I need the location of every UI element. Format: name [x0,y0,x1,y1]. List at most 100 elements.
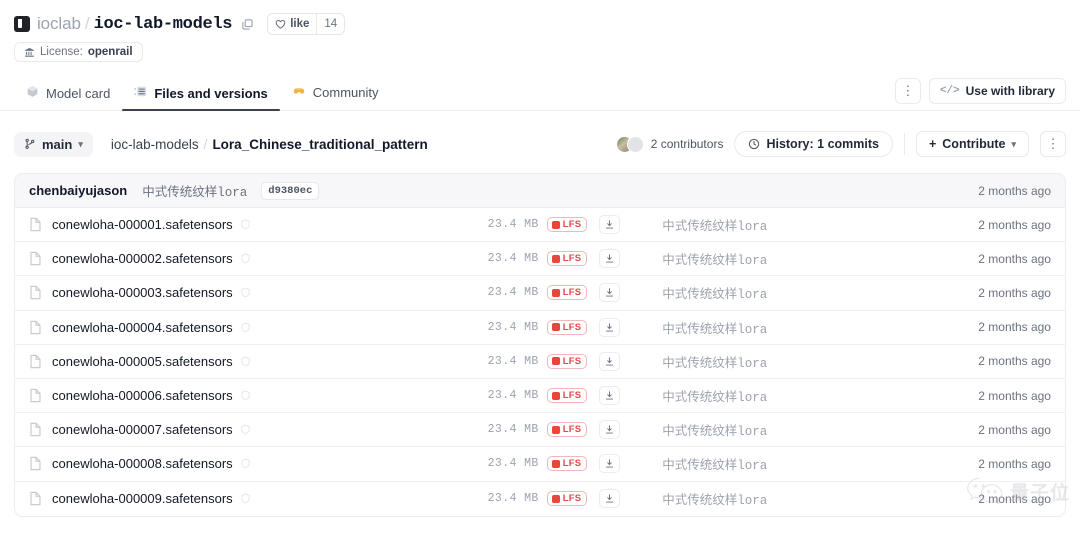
safetensors-shield-icon [240,424,251,435]
table-row[interactable]: conewloha-000001.safetensors 23.4 MB LFS 中式… [15,208,1065,243]
safetensors-shield-icon [240,219,251,230]
file-name[interactable]: conewloha-000006.safetensors [52,388,233,403]
file-size: 23.4 MB [487,457,539,471]
file-name[interactable]: conewloha-000008.safetensors [52,456,233,471]
file-commit-message[interactable]: 中式传统纹样lora [662,420,872,439]
contribute-label: Contribute [942,137,1006,151]
download-button[interactable] [599,489,621,509]
license-badge[interactable]: License: openrail [14,42,143,62]
tab-model-card[interactable]: Model card [14,85,122,110]
table-row[interactable]: conewloha-000004.safetensors 23.4 MB LFS 中式… [15,310,1065,345]
file-icon [29,320,42,335]
contributors-label: 2 contributors [650,137,724,151]
branch-selector[interactable]: main ▾ [14,131,93,157]
repo-header: ioclab / ioc-lab-models like 14 [0,0,1080,38]
history-button[interactable]: History: 1 commits [734,131,893,157]
table-row[interactable]: conewloha-000002.safetensors 23.4 MB LFS 中式… [15,242,1065,277]
tab-community-label: Community [312,85,379,100]
download-button[interactable] [599,215,621,235]
tab-files-and-versions[interactable]: Files and versions [122,85,281,111]
table-row[interactable]: conewloha-000003.safetensors 23.4 MB LFS 中式… [15,276,1065,311]
download-button[interactable] [599,351,621,371]
breadcrumb-root[interactable]: ioc-lab-models [111,137,199,152]
download-button[interactable] [599,317,621,337]
tab-model-card-label: Model card [46,85,111,101]
file-commit-message[interactable]: 中式传统纹样lora [662,386,872,405]
file-size: 23.4 MB [487,354,539,368]
download-button[interactable] [599,454,621,474]
like-label: like [290,18,310,30]
lfs-badge: LFS [546,456,588,472]
file-commit-message[interactable]: 中式传统纹样lora [662,249,872,268]
file-name[interactable]: conewloha-000007.safetensors [52,422,233,437]
tab-bar-actions: ⋮ </> Use with library [894,78,1066,110]
file-icon [29,491,42,506]
lfs-label: LFS [562,253,582,265]
file-commit-message[interactable]: 中式传统纹样lora [662,489,872,508]
use-with-library-button[interactable]: </> Use with library [928,78,1066,104]
table-row[interactable]: conewloha-000009.safetensors 23.4 MB LFS 中式… [15,481,1065,516]
breadcrumb-current: Lora_Chinese_traditional_pattern [212,136,428,152]
file-name[interactable]: conewloha-000005.safetensors [52,354,233,369]
chevron-down-icon: ▾ [78,138,83,149]
file-icon [29,422,42,437]
copy-icon[interactable] [241,18,254,31]
table-row[interactable]: conewloha-000006.safetensors 23.4 MB LFS 中式… [15,378,1065,414]
table-row[interactable]: conewloha-000007.safetensors 23.4 MB LFS 中式… [15,413,1065,448]
file-commit-message[interactable]: 中式传统纹样lora [662,283,872,302]
file-name[interactable]: conewloha-000001.safetensors [52,217,233,232]
like-label-group[interactable]: like [268,14,316,34]
lfs-badge: LFS [546,422,588,438]
file-name[interactable]: conewloha-000002.safetensors [52,251,233,266]
lfs-label: LFS [562,219,582,231]
latest-commit-row: chenbaiyujason 中式传统纹样lora d9380ec 2 mont… [15,174,1065,208]
org-avatar [14,16,30,32]
tab-files-and-versions-label: Files and versions [154,85,268,101]
like-count: 14 [316,14,344,34]
file-commit-message[interactable]: 中式传统纹样lora [662,454,872,473]
clock-icon [749,138,760,150]
lfs-box-icon [551,288,560,297]
toolbar-more-button[interactable]: ⋮ [1040,131,1066,157]
contribute-button[interactable]: + Contribute ▾ [915,131,1029,157]
repo-name[interactable]: ioc-lab-models [94,15,233,34]
file-name[interactable]: conewloha-000009.safetensors [52,491,233,506]
commit-author[interactable]: chenbaiyujason [29,183,127,198]
branch-icon [25,138,35,149]
tab-community[interactable]: Community [280,84,391,110]
download-button[interactable] [599,420,621,440]
file-size: 23.4 MB [487,320,539,334]
lfs-badge: LFS [546,319,588,335]
commit-message[interactable]: 中式传统纹样lora [142,181,247,200]
toolbar-actions: 2 contributors History: 1 commits + Cont… [615,131,1066,157]
safetensors-shield-icon [240,253,251,264]
download-button[interactable] [599,283,621,303]
table-row[interactable]: conewloha-000008.safetensors 23.4 MB LFS 中式… [15,447,1065,482]
file-commit-time: 2 months ago [978,285,1051,300]
toolbar-divider [903,133,905,155]
file-size: 23.4 MB [487,286,539,300]
file-commit-time: 2 months ago [978,491,1051,506]
file-commit-message[interactable]: 中式传统纹样lora [662,352,872,371]
tab-bar: Model card Files and versions Community … [0,77,1080,111]
contributors-button[interactable]: 2 contributors [615,135,724,153]
like-button[interactable]: like 14 [267,13,346,35]
file-commit-message[interactable]: 中式传统纹样lora [662,318,872,337]
file-commit-message[interactable]: 中式传统纹样lora [662,215,872,234]
download-button[interactable] [599,386,621,406]
tab-more-button[interactable]: ⋮ [894,78,921,104]
lfs-badge: LFS [546,285,588,301]
branch-name: main [42,136,73,152]
commit-sha[interactable]: d9380ec [261,181,320,200]
download-button[interactable] [599,249,621,269]
file-name[interactable]: conewloha-000004.safetensors [52,320,233,335]
file-name[interactable]: conewloha-000003.safetensors [52,285,233,300]
file-row-list: conewloha-000001.safetensors 23.4 MB LFS 中式… [15,208,1065,516]
table-row[interactable]: conewloha-000005.safetensors 23.4 MB LFS 中式… [15,344,1065,379]
lfs-label: LFS [562,390,582,402]
plus-icon: + [928,137,937,151]
handshake-icon [292,84,306,101]
lfs-badge: LFS [546,353,588,369]
lfs-box-icon [551,254,560,263]
org-name[interactable]: ioclab [37,14,81,34]
